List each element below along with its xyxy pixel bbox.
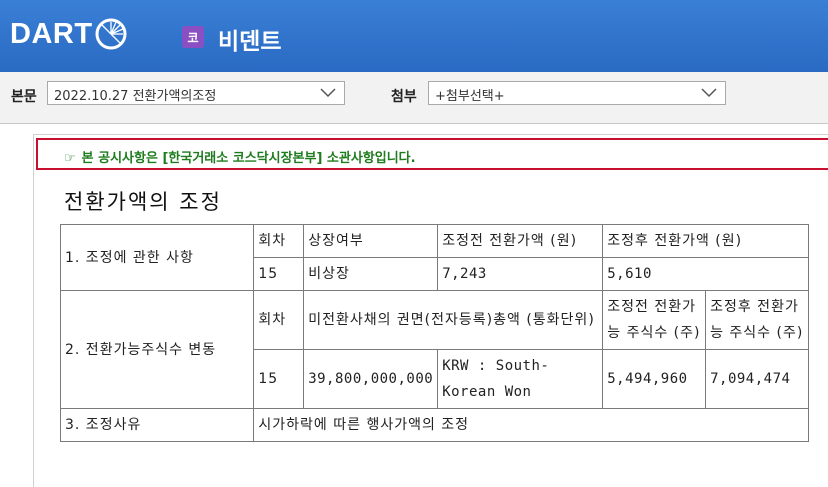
table-row: 2. 전환가능주식수 변동 회차 미전환사채의 권면(전자등록)총액 (통화단위… <box>59 290 809 409</box>
row2-header-face-amount: 미전환사채의 권면(전자등록)총액 (통화단위) <box>303 290 604 350</box>
row2-before-value: 5,494,960 <box>602 349 707 409</box>
attach-select-value: +첨부선택+ <box>435 89 505 104</box>
market-badge: 코 <box>182 26 204 48</box>
row2-after-value: 7,094,474 <box>705 349 809 409</box>
row1-header-before: 조정전 전환가액 (원) <box>437 224 604 258</box>
row2-header-before: 조정전 전환가능 주식수 (주) <box>602 290 707 350</box>
row1-header-after: 조정후 전환가액 (원) <box>602 224 809 258</box>
document-selector-bar: 본문 2022.10.27 전환가액의조정 첨부 +첨부선택+ <box>0 72 828 124</box>
row1-before-value: 7,243 <box>437 257 604 291</box>
notice-text: 본 공시사항은 [한국거래소 코스닥시장본부] 소관사항입니다. <box>81 151 416 166</box>
disclosure-table: 1. 조정에 관한 사항 회차 상장여부 조정전 전환가액 (원) 조정후 전환… <box>59 224 809 442</box>
chevron-down-icon <box>320 88 336 98</box>
row2-header-after: 조정후 전환가능 주식수 (주) <box>705 290 809 350</box>
row3-label: 3. 조정사유 <box>59 408 255 442</box>
row2-round-value: 15 <box>253 349 305 409</box>
logo-burst-icon <box>95 18 127 50</box>
row1-listing-value: 비상장 <box>303 257 439 291</box>
row1-header-listing: 상장여부 <box>303 224 439 258</box>
company-name: 비덴트 <box>218 29 282 55</box>
body-select-value: 2022.10.27 전환가액의조정 <box>54 89 217 104</box>
body-select[interactable]: 2022.10.27 전환가액의조정 <box>47 81 345 105</box>
row1-round-value: 15 <box>253 257 305 291</box>
table-row: 3. 조정사유 시가하락에 따른 행사가액의 조정 <box>59 408 809 442</box>
notice-line: ☞ 본 공시사항은 [한국거래소 코스닥시장본부] 소관사항입니다. <box>64 147 416 166</box>
document-title: 전환가액의 조정 <box>64 190 222 214</box>
dart-logo[interactable]: DART <box>10 16 128 52</box>
logo-text: DART <box>10 17 93 50</box>
row2-header-round: 회차 <box>253 290 305 350</box>
attach-select[interactable]: +첨부선택+ <box>428 81 726 105</box>
row1-header-round: 회차 <box>253 224 305 258</box>
table-row: 1. 조정에 관한 사항 회차 상장여부 조정전 전환가액 (원) 조정후 전환… <box>59 224 809 291</box>
row1-after-value: 5,610 <box>602 257 809 291</box>
top-header: DART 코 비덴트 <box>0 0 828 72</box>
row2-currency-value: KRW : South-Korean Won <box>437 349 604 409</box>
row2-face-amount-value: 39,800,000,000 <box>303 349 439 409</box>
row2-label: 2. 전환가능주식수 변동 <box>59 290 255 409</box>
pointing-hand-icon: ☞ <box>64 151 76 166</box>
body-label: 본문 <box>11 89 37 105</box>
row1-label: 1. 조정에 관한 사항 <box>59 224 255 291</box>
row3-value: 시가하락에 따른 행사가액의 조정 <box>253 408 809 442</box>
chevron-down-icon <box>701 88 717 98</box>
attach-label: 첨부 <box>391 89 417 105</box>
notice-box: ☞ 본 공시사항은 [한국거래소 코스닥시장본부] 소관사항입니다. <box>36 138 828 170</box>
